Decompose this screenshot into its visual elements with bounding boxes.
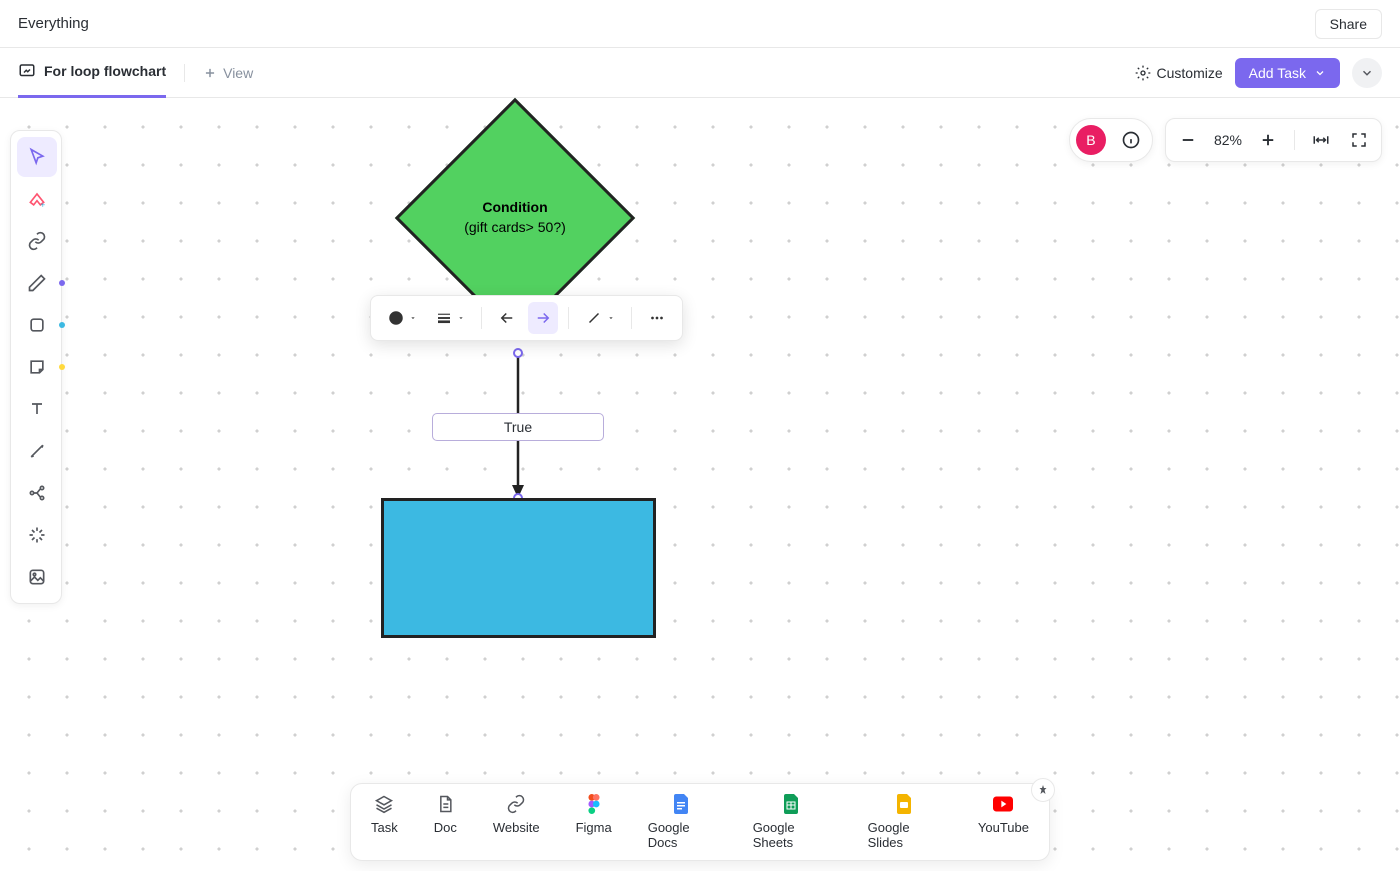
link-tool[interactable]	[17, 221, 57, 261]
insert-google-slides[interactable]: Google Slides	[868, 794, 942, 850]
arrow-end-button[interactable]	[528, 302, 558, 334]
caret-down-icon	[409, 314, 417, 322]
link-icon	[27, 231, 47, 251]
ai-tool[interactable]	[17, 515, 57, 555]
caret-down-icon	[457, 314, 465, 322]
tab-label: For loop flowchart	[44, 63, 166, 79]
tabs-right: Customize Add Task	[1135, 58, 1382, 88]
bottom-insert-bar: Task Doc Website Figma Google Docs Googl…	[350, 783, 1050, 861]
tab-for-loop-flowchart[interactable]: For loop flowchart	[18, 48, 166, 98]
whiteboard-canvas[interactable]: Condition (gift cards> 50?) True	[0, 98, 1400, 871]
pin-button[interactable]	[1031, 778, 1055, 802]
more-options-button[interactable]	[642, 302, 672, 334]
line-style-button[interactable]	[579, 302, 621, 334]
mindmap-tool[interactable]	[17, 473, 57, 513]
condition-text: Condition (gift cards> 50?)	[395, 198, 635, 237]
whiteboard-icon	[18, 62, 36, 80]
youtube-icon	[993, 794, 1013, 814]
line-weight-button[interactable]	[429, 302, 471, 334]
dots-horizontal-icon	[648, 309, 666, 327]
chevron-down-icon	[1360, 66, 1374, 80]
header: Everything Share	[0, 0, 1400, 48]
clickup-tool[interactable]: +	[17, 179, 57, 219]
svg-text:+: +	[40, 199, 45, 209]
gear-icon	[1135, 65, 1151, 81]
connector-label-input[interactable]: True	[432, 413, 604, 441]
connector-toolbar	[370, 295, 683, 341]
google-docs-icon	[672, 794, 692, 814]
pen-icon	[27, 273, 47, 293]
pen-tool[interactable]	[17, 263, 57, 303]
zoom-controls: 82%	[1165, 118, 1382, 162]
mindmap-icon	[27, 483, 47, 503]
zoom-out-button[interactable]	[1176, 128, 1200, 152]
tabs-row: For loop flowchart View Customize Add Ta…	[0, 48, 1400, 98]
add-task-label: Add Task	[1249, 65, 1306, 81]
insert-doc[interactable]: Doc	[434, 794, 457, 850]
shape-tool[interactable]	[17, 305, 57, 345]
connector-handle-top[interactable]	[513, 348, 523, 358]
text-icon	[27, 399, 47, 419]
fit-width-button[interactable]	[1309, 128, 1333, 152]
select-tool[interactable]	[17, 137, 57, 177]
canvas-controls: B 82%	[1069, 118, 1382, 162]
left-toolbar: +	[10, 130, 62, 604]
arrow-right-icon	[534, 309, 552, 327]
tab-divider	[184, 64, 185, 82]
insert-task[interactable]: Task	[371, 794, 398, 850]
insert-google-sheets[interactable]: Google Sheets	[753, 794, 832, 850]
chevron-down-icon	[1314, 67, 1326, 79]
collaborators-group: B	[1069, 118, 1153, 162]
insert-youtube[interactable]: YouTube	[978, 794, 1029, 850]
expand-button[interactable]	[1352, 58, 1382, 88]
google-slides-icon	[895, 794, 915, 814]
flowchart-process-node[interactable]	[381, 498, 656, 638]
add-view-label: View	[223, 65, 253, 81]
sparkle-icon	[27, 525, 47, 545]
zoom-in-button[interactable]	[1256, 128, 1280, 152]
page-title: Everything	[18, 15, 89, 32]
tabs-left: For loop flowchart View	[18, 48, 253, 98]
line-color-button[interactable]	[381, 302, 423, 334]
sticky-note-tool[interactable]	[17, 347, 57, 387]
link-icon	[506, 794, 526, 814]
fullscreen-button[interactable]	[1347, 128, 1371, 152]
insert-figma[interactable]: Figma	[576, 794, 612, 850]
customize-label: Customize	[1157, 65, 1223, 81]
image-icon	[27, 567, 47, 587]
figma-icon	[584, 794, 604, 814]
customize-button[interactable]: Customize	[1135, 65, 1223, 81]
clickup-icon: +	[27, 189, 47, 209]
add-task-button[interactable]: Add Task	[1235, 58, 1340, 88]
doc-icon	[435, 794, 455, 814]
google-sheets-icon	[782, 794, 802, 814]
image-tool[interactable]	[17, 557, 57, 597]
arrow-start-button[interactable]	[492, 302, 522, 334]
connector-tool[interactable]	[17, 431, 57, 471]
arrow-left-icon	[498, 309, 516, 327]
layers-icon	[374, 794, 394, 814]
plus-icon	[203, 66, 217, 80]
caret-down-icon	[607, 314, 615, 322]
user-avatar[interactable]: B	[1076, 125, 1106, 155]
zoom-level[interactable]: 82%	[1214, 132, 1242, 148]
lines-icon	[435, 309, 453, 327]
cursor-icon	[27, 147, 47, 167]
line-diagonal-icon	[585, 309, 603, 327]
circle-filled-icon	[387, 309, 405, 327]
pin-icon	[1037, 784, 1049, 796]
insert-website[interactable]: Website	[493, 794, 540, 850]
info-button[interactable]	[1116, 125, 1146, 155]
sticky-note-icon	[27, 357, 47, 377]
share-button[interactable]: Share	[1315, 9, 1382, 39]
insert-google-docs[interactable]: Google Docs	[648, 794, 717, 850]
square-icon	[27, 315, 47, 335]
connector-icon	[27, 441, 47, 461]
add-view-button[interactable]: View	[203, 65, 253, 81]
text-tool[interactable]	[17, 389, 57, 429]
